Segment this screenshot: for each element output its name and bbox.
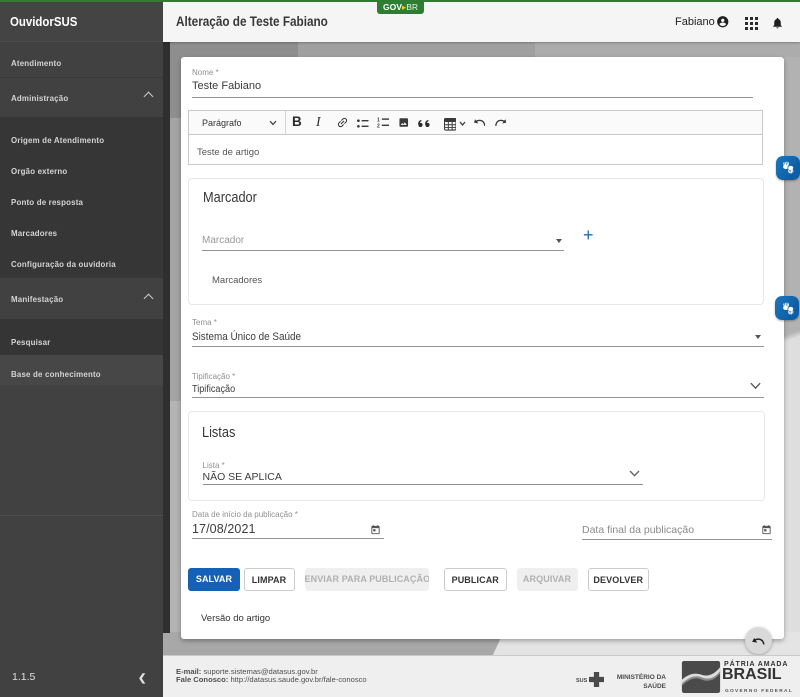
- svg-text:1: 1: [377, 117, 380, 123]
- svg-text:2: 2: [377, 124, 380, 128]
